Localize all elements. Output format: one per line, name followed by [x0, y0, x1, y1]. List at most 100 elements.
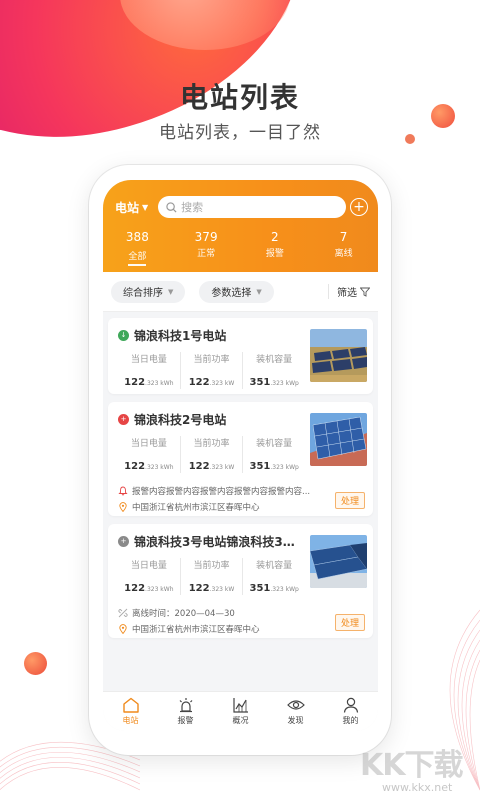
tab-label: 发现 [287, 716, 304, 725]
home-icon [122, 697, 139, 713]
station-card[interactable]: ↓ 锦浪科技1号电站 当日电量 122.323 kWh 当前功率 122.323… [108, 318, 373, 394]
metric-label: 当日电量 [130, 439, 167, 449]
station-name: 锦浪科技3号电站锦浪科技3号... [134, 534, 304, 549]
search-box[interactable] [158, 196, 347, 218]
sort-label: 综合排序 [123, 288, 163, 299]
filter-label: 筛选 [337, 288, 357, 299]
status-count: 379 [194, 230, 218, 244]
offline-time-text: 离线时间：2020—04—30 [132, 609, 235, 619]
metric-label: 装机容量 [256, 439, 293, 449]
metric-unit: .323 kW [209, 464, 235, 471]
metric-label: 当前功率 [193, 439, 230, 449]
location-pin-icon [119, 502, 127, 512]
status-label: 报警 [265, 249, 284, 259]
handle-button[interactable]: 处理 [334, 614, 365, 631]
param-dropdown[interactable]: 参数选择 ▼ [199, 280, 274, 303]
station-name: 锦浪科技2号电站 [134, 412, 227, 427]
user-icon [343, 697, 358, 713]
station-photo [310, 329, 367, 382]
status-alarm-icon: + [118, 413, 129, 425]
metric-unit: .323 kWh [145, 464, 174, 471]
tab-mine[interactable]: 我的 [323, 692, 378, 731]
tab-label: 我的 [342, 716, 359, 725]
metric-power: 当前功率 122.323 kW [179, 558, 243, 595]
metric-daily: 当日电量 122.323 kWh [118, 352, 180, 389]
metric-power: 当前功率 122.323 kW [179, 436, 243, 473]
metric-label: 当前功率 [193, 355, 230, 365]
metric-value: 122 [124, 377, 146, 388]
status-tabs: 388 全部 379 正常 2 报警 7 离线 [103, 230, 378, 266]
status-count: 7 [339, 230, 348, 244]
sort-dropdown[interactable]: 综合排序 ▼ [111, 280, 186, 303]
status-count: 2 [271, 230, 279, 244]
tab-overview[interactable]: 概况 [213, 692, 268, 731]
station-type-label: 电站 [115, 200, 140, 215]
metric-unit: .323 kWp [270, 586, 299, 593]
status-count: 388 [125, 230, 149, 244]
tab-label: 报警 [177, 716, 194, 725]
station-photo [310, 535, 367, 588]
tab-station[interactable]: 电站 [103, 692, 158, 731]
hero-title: 电站列表 [179, 81, 300, 114]
metric-capacity: 装机容量 351.323 kWp [242, 558, 305, 595]
metric-value: 351 [249, 583, 271, 594]
add-station-button[interactable]: + [350, 198, 368, 216]
metric-label: 当日电量 [130, 355, 167, 365]
caret-down-icon: ▼ [142, 202, 149, 212]
status-label: 离线 [334, 249, 353, 259]
station-metrics: 当日电量 122.323 kWh 当前功率 122.323 kW 装机容量 35… [118, 436, 305, 473]
metric-capacity: 装机容量 351.323 kWp [242, 436, 305, 473]
metric-unit: .323 kWh [145, 380, 174, 387]
tab-alarm[interactable]: 报警 [158, 692, 213, 731]
alert-line: 报警内容报警内容报警内容报警内容报警内容... [118, 485, 363, 497]
filter-button[interactable]: 筛选 [328, 284, 370, 299]
filter-bar: 综合排序 ▼ 参数选择 ▼ 筛选 [103, 272, 378, 312]
metric-value: 122 [188, 583, 210, 594]
metric-label: 当前功率 [193, 561, 230, 571]
funnel-icon [360, 287, 370, 297]
station-type-dropdown[interactable]: 电站 ▼ [115, 199, 148, 216]
metric-label: 装机容量 [256, 561, 293, 571]
metric-label: 装机容量 [256, 355, 293, 365]
watermark-logo: KK下载 [360, 748, 463, 783]
status-label: 全部 [128, 249, 147, 266]
status-normal-icon: ↓ [118, 329, 129, 341]
search-input[interactable] [181, 200, 332, 214]
metric-value: 122 [188, 461, 210, 472]
status-tab-alarm[interactable]: 2 报警 [241, 230, 310, 266]
station-name: 锦浪科技1号电站 [134, 328, 227, 343]
metric-value: 351 [249, 377, 271, 388]
app-header: 电站 ▼ + 388 全部 379 正常 [103, 180, 378, 272]
metric-value: 122 [124, 461, 146, 472]
metric-label: 当日电量 [130, 561, 167, 571]
handle-button[interactable]: 处理 [334, 492, 365, 509]
caret-down-icon: ▼ [168, 287, 174, 296]
tab-label: 电站 [122, 716, 139, 725]
status-label: 正常 [197, 249, 216, 259]
offline-time-line: 离线时间：2020—04—30 [118, 607, 363, 619]
caret-down-icon: ▼ [256, 287, 262, 296]
address-line: 中国浙江省杭州市滨江区春晖中心 [118, 501, 363, 513]
param-label: 参数选择 [211, 288, 252, 299]
offline-link-icon [118, 608, 128, 618]
search-icon [166, 201, 177, 213]
station-card[interactable]: + 锦浪科技3号电站锦浪科技3号... 当日电量 122.323 kWh 当前功… [108, 524, 373, 638]
status-offline-icon: + [118, 535, 129, 547]
station-card[interactable]: + 锦浪科技2号电站 当日电量 122.323 kWh 当前功率 122.323… [108, 402, 373, 516]
status-tab-all[interactable]: 388 全部 [103, 230, 172, 266]
station-photo [310, 413, 367, 466]
tab-label: 概况 [232, 716, 249, 725]
metric-unit: .323 kWh [145, 586, 174, 593]
metric-value: 122 [188, 377, 210, 388]
tab-discover[interactable]: 发现 [268, 692, 323, 731]
station-list: ↓ 锦浪科技1号电站 当日电量 122.323 kWh 当前功率 122.323… [103, 312, 378, 638]
decorative-dot-left [24, 652, 47, 675]
metric-value: 122 [124, 583, 146, 594]
address-line: 中国浙江省杭州市滨江区春晖中心 [118, 623, 363, 635]
status-tab-offline[interactable]: 7 离线 [309, 230, 378, 266]
metric-unit: .323 kWp [270, 464, 299, 471]
status-tab-normal[interactable]: 379 正常 [172, 230, 241, 266]
metric-daily: 当日电量 122.323 kWh [118, 558, 180, 595]
metric-unit: .323 kW [209, 380, 235, 387]
hero-subtitle: 电站列表，一目了然 [159, 123, 321, 143]
